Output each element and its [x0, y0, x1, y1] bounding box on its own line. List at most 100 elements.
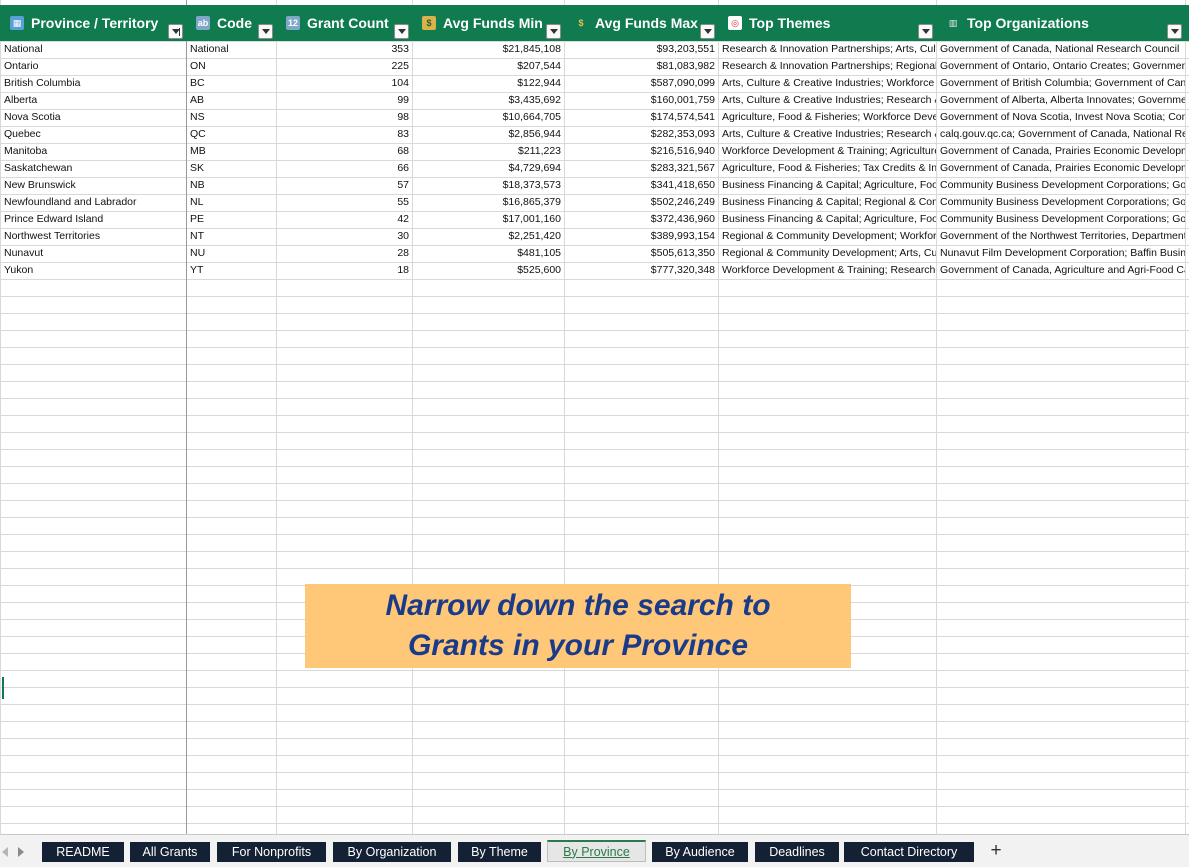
- table-cell[interactable]: Research & Innovation Partnerships; Regi…: [719, 58, 936, 75]
- table-cell[interactable]: NB: [187, 177, 276, 194]
- table-cell[interactable]: Business Financing & Capital; Agricultur…: [719, 177, 936, 194]
- table-cell[interactable]: $389,993,154: [565, 228, 718, 245]
- table-cell[interactable]: NU: [187, 245, 276, 262]
- table-cell[interactable]: Government of British Columbia; Governme…: [937, 75, 1185, 92]
- table-cell[interactable]: Government of Canada, Prairies Economic …: [937, 143, 1185, 160]
- table-cell[interactable]: Business Financing & Capital; Agricultur…: [719, 211, 936, 228]
- table-cell[interactable]: 225: [277, 58, 412, 75]
- table-cell[interactable]: NL: [187, 194, 276, 211]
- table-cell[interactable]: Community Business Development Corporati…: [937, 177, 1185, 194]
- table-cell[interactable]: Prince Edward Island: [1, 211, 186, 228]
- table-cell[interactable]: Government of Canada, National Research …: [937, 41, 1185, 58]
- table-cell[interactable]: National: [187, 41, 276, 58]
- table-cell[interactable]: Workforce Development & Training; Resear…: [719, 262, 936, 279]
- column-header-1[interactable]: ▦ Province / Territory: [0, 5, 186, 41]
- table-cell[interactable]: $122,944: [413, 75, 564, 92]
- table-cell[interactable]: QC: [187, 126, 276, 143]
- table-cell[interactable]: Ontario: [1, 58, 186, 75]
- table-cell[interactable]: $3,435,692: [413, 92, 564, 109]
- table-cell[interactable]: 68: [277, 143, 412, 160]
- table-cell[interactable]: Arts, Culture & Creative Industries; Res…: [719, 92, 936, 109]
- table-cell[interactable]: $16,865,379: [413, 194, 564, 211]
- table-cell[interactable]: $341,418,650: [565, 177, 718, 194]
- table-cell[interactable]: 55: [277, 194, 412, 211]
- table-cell[interactable]: Community Business Development Corporati…: [937, 211, 1185, 228]
- table-cell[interactable]: Alberta: [1, 92, 186, 109]
- table-cell[interactable]: $93,203,551: [565, 41, 718, 58]
- table-cell[interactable]: $525,600: [413, 262, 564, 279]
- table-cell[interactable]: 30: [277, 228, 412, 245]
- table-cell[interactable]: 99: [277, 92, 412, 109]
- table-cell[interactable]: $502,246,249: [565, 194, 718, 211]
- table-cell[interactable]: New Brunswick: [1, 177, 186, 194]
- column-header-6[interactable]: ◎ Top Themes: [718, 5, 936, 41]
- table-cell[interactable]: $587,090,099: [565, 75, 718, 92]
- table-cell[interactable]: 104: [277, 75, 412, 92]
- table-cell[interactable]: Workforce Development & Training; Agricu…: [719, 143, 936, 160]
- table-cell[interactable]: $207,544: [413, 58, 564, 75]
- table-cell[interactable]: Community Business Development Corporati…: [937, 194, 1185, 211]
- table-cell[interactable]: Nova Scotia: [1, 109, 186, 126]
- table-cell[interactable]: $2,251,420: [413, 228, 564, 245]
- table-cell[interactable]: Government of Canada, Agriculture and Ag…: [937, 262, 1185, 279]
- table-cell[interactable]: $174,574,541: [565, 109, 718, 126]
- table-cell[interactable]: 83: [277, 126, 412, 143]
- tab-readme[interactable]: README: [42, 842, 124, 862]
- table-cell[interactable]: Agriculture, Food & Fisheries; Workforce…: [719, 109, 936, 126]
- table-cell[interactable]: British Columbia: [1, 75, 186, 92]
- tab-all-grants[interactable]: All Grants: [130, 842, 210, 862]
- table-cell[interactable]: 66: [277, 160, 412, 177]
- table-cell[interactable]: $2,856,944: [413, 126, 564, 143]
- table-cell[interactable]: NT: [187, 228, 276, 245]
- table-cell[interactable]: Arts, Culture & Creative Industries; Wor…: [719, 75, 936, 92]
- filter-dropdown-icon[interactable]: [394, 24, 409, 39]
- tab-by-audience[interactable]: By Audience: [652, 842, 748, 862]
- spreadsheet-grid[interactable]: ▦ Province / Territory ab Code 12 Grant Count…: [0, 0, 1189, 834]
- table-cell[interactable]: NS: [187, 109, 276, 126]
- table-cell[interactable]: $481,105: [413, 245, 564, 262]
- table-cell[interactable]: Nunavut Film Development Corporation; Ba…: [937, 245, 1185, 262]
- table-cell[interactable]: $505,613,350: [565, 245, 718, 262]
- table-cell[interactable]: Business Financing & Capital; Regional &…: [719, 194, 936, 211]
- table-cell[interactable]: $81,083,982: [565, 58, 718, 75]
- table-cell[interactable]: Government of Nova Scotia, Invest Nova S…: [937, 109, 1185, 126]
- table-cell[interactable]: National: [1, 41, 186, 58]
- scroll-tabs-right-icon[interactable]: [18, 847, 24, 857]
- table-cell[interactable]: Yukon: [1, 262, 186, 279]
- table-cell[interactable]: $211,223: [413, 143, 564, 160]
- table-cell[interactable]: 18: [277, 262, 412, 279]
- filter-active-icon[interactable]: [168, 24, 183, 39]
- table-cell[interactable]: Agriculture, Food & Fisheries; Tax Credi…: [719, 160, 936, 177]
- table-cell[interactable]: BC: [187, 75, 276, 92]
- table-cell[interactable]: YT: [187, 262, 276, 279]
- table-cell[interactable]: Government of the Northwest Territories,…: [937, 228, 1185, 245]
- table-cell[interactable]: AB: [187, 92, 276, 109]
- table-cell[interactable]: $160,001,759: [565, 92, 718, 109]
- table-cell[interactable]: Research & Innovation Partnerships; Arts…: [719, 41, 936, 58]
- tab-by-organization[interactable]: By Organization: [333, 842, 451, 862]
- table-cell[interactable]: Quebec: [1, 126, 186, 143]
- tab-contact-directory[interactable]: Contact Directory: [844, 842, 974, 862]
- table-cell[interactable]: 353: [277, 41, 412, 58]
- table-cell[interactable]: calq.gouv.qc.ca; Government of Canada, N…: [937, 126, 1185, 143]
- filter-dropdown-icon[interactable]: [258, 24, 273, 39]
- table-cell[interactable]: $18,373,573: [413, 177, 564, 194]
- table-cell[interactable]: Arts, Culture & Creative Industries; Res…: [719, 126, 936, 143]
- table-cell[interactable]: MB: [187, 143, 276, 160]
- tab-by-theme[interactable]: By Theme: [458, 842, 541, 862]
- tab-by-province[interactable]: By Province: [547, 840, 646, 862]
- table-cell[interactable]: Newfoundland and Labrador: [1, 194, 186, 211]
- column-header-5[interactable]: $ Avg Funds Max: [564, 5, 718, 41]
- table-cell[interactable]: 98: [277, 109, 412, 126]
- table-cell[interactable]: $17,001,160: [413, 211, 564, 228]
- table-cell[interactable]: Government of Canada, Prairies Economic …: [937, 160, 1185, 177]
- table-cell[interactable]: $216,516,940: [565, 143, 718, 160]
- column-header-4[interactable]: $ Avg Funds Min: [412, 5, 564, 41]
- table-cell[interactable]: Manitoba: [1, 143, 186, 160]
- table-cell[interactable]: 57: [277, 177, 412, 194]
- table-cell[interactable]: $4,729,694: [413, 160, 564, 177]
- table-cell[interactable]: $372,436,960: [565, 211, 718, 228]
- table-cell[interactable]: SK: [187, 160, 276, 177]
- scroll-tabs-left-icon[interactable]: [2, 847, 8, 857]
- table-cell[interactable]: Nunavut: [1, 245, 186, 262]
